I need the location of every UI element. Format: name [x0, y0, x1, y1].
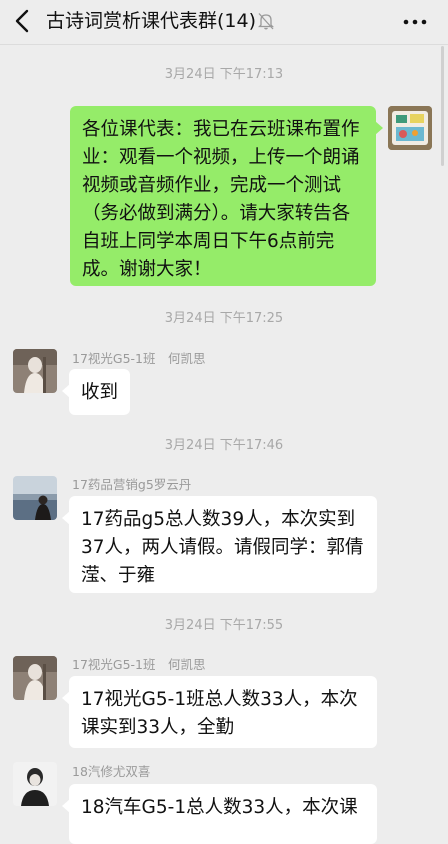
message-timestamp: 3月24日 下午17:46: [164, 438, 284, 453]
incoming-message-bubble[interactable]: 17药品g5总人数39人，本次实到37人，两人请假。请假同学：郭倩滢、于雍: [62, 496, 377, 593]
mute-bell-icon: [258, 13, 274, 30]
chat-title: 古诗词赏析课代表群(14): [46, 10, 257, 32]
my-avatar[interactable]: [388, 106, 432, 150]
sender-avatar[interactable]: [13, 476, 57, 520]
more-dots-icon[interactable]: [402, 10, 428, 34]
avatar-image: [13, 349, 57, 393]
message-timestamp: 3月24日 下午17:25: [164, 311, 284, 326]
avatar-image: [13, 656, 57, 700]
message-timestamp: 3月24日 下午17:55: [164, 618, 284, 633]
sender-name: 18汽修尤双喜: [72, 764, 151, 779]
sender-avatar[interactable]: [13, 349, 57, 393]
sender-name: 17视光G5-1班 何凯思: [72, 351, 206, 366]
sender-avatar[interactable]: [13, 656, 57, 700]
incoming-message-bubble[interactable]: 17视光G5-1班总人数33人，本次课实到33人，全勤: [62, 676, 377, 748]
incoming-message-bubble[interactable]: 收到: [62, 369, 130, 415]
chat-header: 古诗词赏析课代表群(14): [0, 0, 448, 45]
outgoing-message-bubble[interactable]: 各位课代表：我已在云班课布置作业：观看一个视频，上传一个朗诵视频或音频作业，完成…: [70, 106, 383, 286]
message-timestamp: 3月24日 下午17:13: [164, 67, 284, 82]
incoming-message-bubble[interactable]: 18汽车G5-1总人数33人，本次课: [62, 784, 377, 844]
sender-avatar[interactable]: [13, 762, 57, 806]
avatar-image: [13, 762, 57, 806]
sender-name: 17药品营销g5罗云丹: [72, 477, 192, 492]
sender-name: 17视光G5-1班 何凯思: [72, 657, 206, 672]
avatar-image: [13, 476, 57, 520]
back-arrow-icon[interactable]: [8, 6, 38, 36]
my-avatar-image: [388, 106, 432, 150]
scrollbar[interactable]: [441, 46, 444, 166]
